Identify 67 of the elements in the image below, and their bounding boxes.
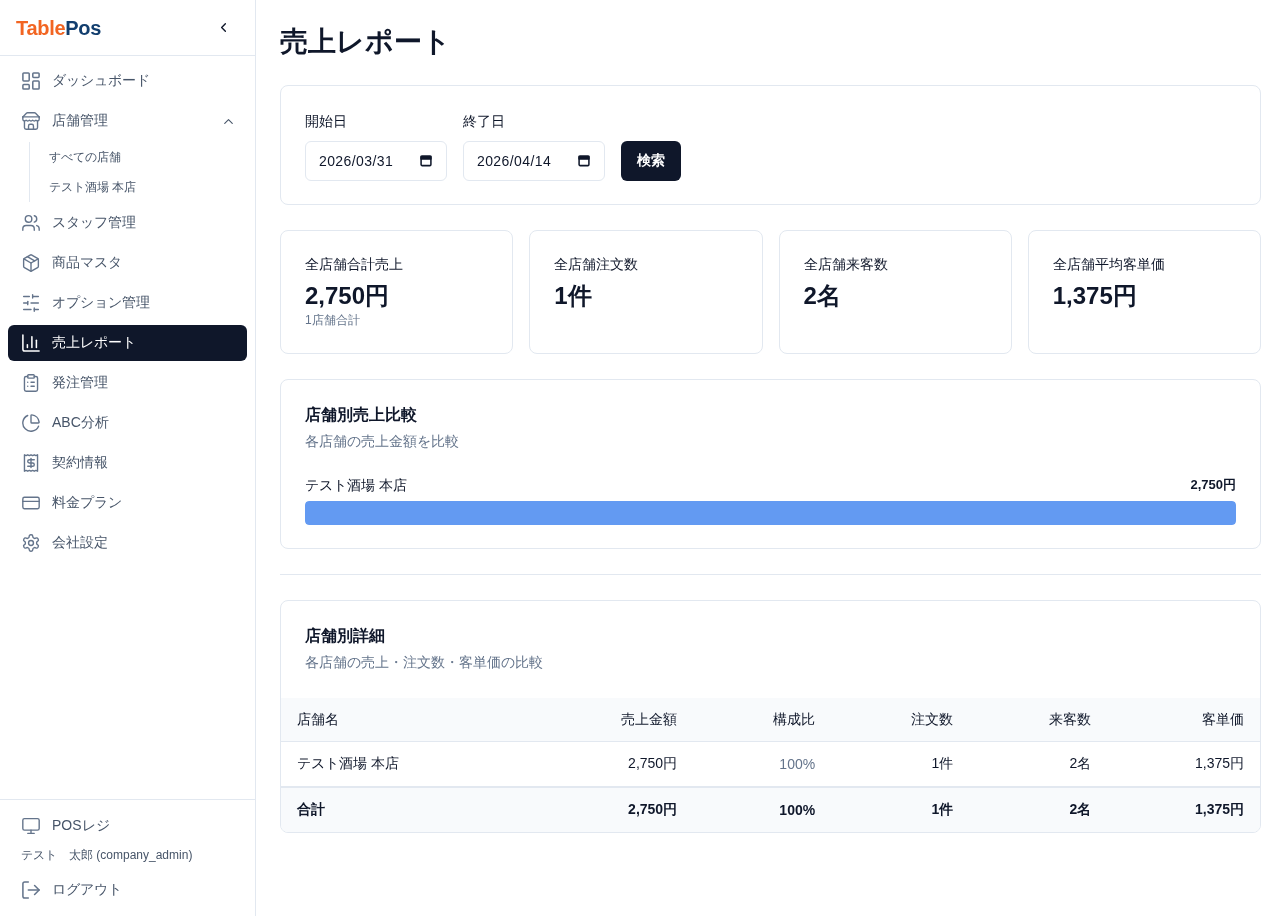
column-header: 売上金額 bbox=[539, 698, 694, 742]
nav-subitem[interactable]: テスト酒場 本店 bbox=[49, 172, 137, 202]
field-label: 開始日 bbox=[305, 112, 347, 131]
section-subtitle: 各店舗の売上・注文数・客単価の比較 bbox=[305, 653, 543, 672]
nav-item[interactable]: ABC分析 bbox=[8, 405, 247, 441]
bar-chart-icon bbox=[22, 334, 40, 352]
column-header: 客単価 bbox=[1107, 698, 1260, 742]
date-field[interactable]: 2026/04/14 bbox=[463, 141, 605, 181]
bar-label: テスト酒場 本店 bbox=[305, 476, 407, 495]
bar-value: 2,750円 bbox=[1190, 476, 1236, 494]
chevron-up-icon bbox=[224, 118, 233, 124]
nav-item[interactable]: 会社設定 bbox=[8, 525, 247, 561]
sliders-icon bbox=[22, 294, 40, 312]
nav-item[interactable]: 契約情報 bbox=[8, 445, 247, 481]
people-icon bbox=[22, 214, 40, 232]
nav-item[interactable]: オプション管理 bbox=[8, 285, 247, 321]
monitor-icon bbox=[22, 817, 40, 835]
stat-value: 2,750円 bbox=[305, 281, 390, 311]
dollar-document-icon bbox=[22, 454, 40, 472]
column-header: 構成比 bbox=[693, 698, 832, 742]
app-logo: TablePos bbox=[16, 15, 102, 40]
grid-icon bbox=[22, 72, 40, 90]
table-cell: 100% bbox=[693, 787, 832, 832]
nav-item[interactable]: 売上レポート bbox=[8, 325, 247, 361]
nav-item[interactable]: 商品マスタ bbox=[8, 245, 247, 281]
column-header: 店舗名 bbox=[281, 698, 540, 742]
stat-label: 全店舗合計売上 bbox=[305, 255, 403, 274]
pie-chart-icon bbox=[22, 414, 40, 432]
stat-value: 2名 bbox=[803, 281, 841, 311]
stat-value: 1,375円 bbox=[1052, 281, 1137, 311]
section-title: 店舗別詳細 bbox=[305, 626, 385, 646]
stat-note: 1店舗合計 bbox=[305, 312, 360, 328]
date-field[interactable]: 2026/03/31 bbox=[305, 141, 447, 181]
stat-label: 全店舗来客数 bbox=[803, 255, 888, 274]
logout-button[interactable]: ログアウト bbox=[8, 872, 247, 908]
calendar-icon bbox=[420, 155, 432, 167]
logout-icon bbox=[22, 881, 40, 899]
stat-value: 1件 bbox=[554, 281, 592, 311]
table-cell: 2名 bbox=[969, 787, 1108, 832]
column-header: 注文数 bbox=[831, 698, 970, 742]
table-cell: 1,375円 bbox=[1107, 787, 1260, 832]
section-title: 店舗別売上比較 bbox=[305, 405, 417, 425]
nav-item[interactable]: ダッシュボード bbox=[8, 63, 247, 99]
box-icon bbox=[22, 254, 40, 272]
credit-card-icon bbox=[22, 494, 40, 512]
table-cell: 合計 bbox=[281, 787, 540, 832]
calendar-icon bbox=[578, 155, 590, 167]
nav-subitem[interactable]: すべての店舗 bbox=[49, 142, 121, 172]
column-header: 来客数 bbox=[969, 698, 1108, 742]
page-title: 売上レポート bbox=[280, 25, 452, 59]
field-label: 終了日 bbox=[463, 112, 505, 131]
clipboard-icon bbox=[22, 374, 40, 392]
stat-label: 全店舗平均客単価 bbox=[1052, 255, 1165, 274]
pos-register-link[interactable]: POSレジ bbox=[8, 808, 247, 844]
nav-item[interactable]: 料金プラン bbox=[8, 485, 247, 521]
search-button[interactable]: 検索 bbox=[621, 141, 681, 181]
chevron-left-icon bbox=[221, 23, 226, 32]
section-subtitle: 各店舗の売上金額を比較 bbox=[305, 432, 459, 451]
nav-item[interactable]: 発注管理 bbox=[8, 365, 247, 401]
table-cell: 1件 bbox=[831, 787, 970, 832]
store-icon bbox=[22, 112, 40, 130]
nav-item[interactable]: スタッフ管理 bbox=[8, 205, 247, 241]
table-cell: 2,750円 bbox=[539, 787, 694, 832]
user-name-label: テスト 太郎 (company_admin) bbox=[20, 847, 194, 864]
stat-label: 全店舗注文数 bbox=[554, 255, 639, 274]
settings-icon bbox=[22, 534, 40, 552]
nav-item[interactable]: 店舗管理 bbox=[8, 103, 247, 139]
